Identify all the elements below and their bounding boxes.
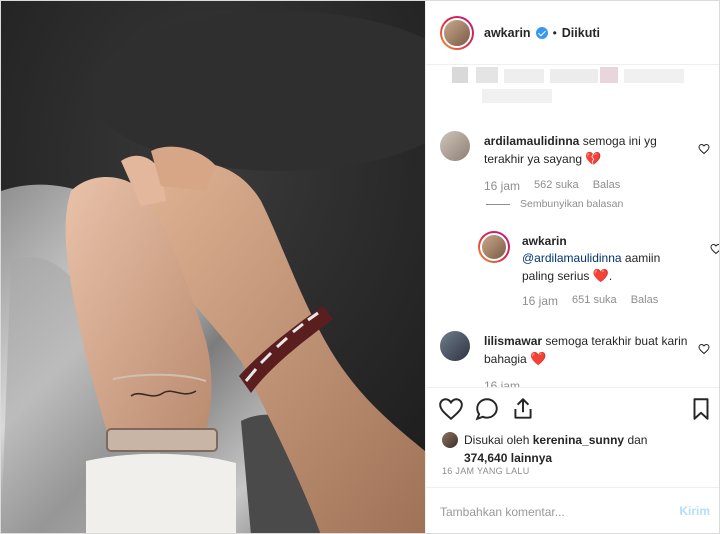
reply-meta: 16 jam 651 suka Balas <box>522 294 658 308</box>
liker-avatar[interactable] <box>442 432 458 448</box>
post-timestamp[interactable]: 16 JAM YANG LALU <box>442 466 530 476</box>
red-heart-emoji: ❤️ <box>592 268 609 283</box>
likes-prefix: Disukai oleh <box>464 433 530 447</box>
red-heart-emoji: ❤️ <box>530 351 547 366</box>
comment-likes[interactable]: 562 suka <box>534 179 579 193</box>
reply-like-icon[interactable] <box>710 243 720 255</box>
author-avatar-image <box>442 17 472 48</box>
hide-replies-button[interactable]: Sembunyikan balasan <box>486 198 623 210</box>
author-avatar[interactable] <box>440 15 474 50</box>
reply-time: 16 jam <box>522 294 559 308</box>
reply-username[interactable]: awkarin <box>522 234 567 248</box>
holding-hands-photo <box>1 1 425 533</box>
comment-meta: 16 jam 562 suka Balas <box>484 179 620 193</box>
comment-username[interactable]: lilismawar <box>484 334 542 348</box>
post-header: awkarin • Diikuti <box>426 1 719 65</box>
share-upload-icon[interactable] <box>510 396 536 422</box>
comment-time: 16 jam <box>484 179 521 193</box>
broken-heart-emoji: 💔 <box>585 151 602 166</box>
verified-badge-icon <box>535 26 548 39</box>
comment-text: ardilamaulidinna semoga ini yg terakhir … <box>484 133 694 168</box>
comment-bubble-icon[interactable] <box>474 396 500 422</box>
comment-input[interactable] <box>440 503 660 521</box>
separator-dot: • <box>552 25 557 40</box>
comments-list[interactable]: ardilamaulidinna semoga ini yg terakhir … <box>426 65 719 387</box>
likes-count[interactable]: 374,640 <box>464 451 507 465</box>
comment-item: lilismawar semoga terakhir buat karin ba… <box>440 331 710 387</box>
likes-text: Disukai oleh kerenina_sunny dan 374,640 … <box>464 431 647 467</box>
comment-like-icon[interactable] <box>698 143 710 155</box>
instagram-post-window: awkarin • Diikuti ardilamaulidinna semog… <box>0 0 720 534</box>
reply-likes[interactable]: 651 suka <box>572 294 617 308</box>
likes-conj: dan <box>627 433 648 447</box>
reply-trailing: . <box>608 269 613 283</box>
reply-reply-button[interactable]: Balas <box>631 294 659 308</box>
comment-username[interactable]: ardilamaulidinna <box>484 134 579 148</box>
post-photo[interactable] <box>1 1 425 533</box>
reply-mention[interactable]: @ardilamaulidinna <box>522 251 622 265</box>
reply-button[interactable]: Balas <box>593 179 621 193</box>
reply-text: awkarin @ardilamaulidinna aamiin paling … <box>522 233 682 285</box>
author-username[interactable]: awkarin <box>484 26 531 40</box>
liker-username[interactable]: kerenina_sunny <box>533 433 624 447</box>
comment-like-icon[interactable] <box>698 343 710 355</box>
follow-status-button[interactable]: Diikuti <box>562 26 600 40</box>
likes-suffix[interactable]: lainnya <box>511 451 552 465</box>
commenter-avatar[interactable] <box>440 131 470 161</box>
post-details-panel: awkarin • Diikuti ardilamaulidinna semog… <box>425 1 719 533</box>
reply-item: awkarin @ardilamaulidinna aamiin paling … <box>478 231 719 321</box>
commenter-avatar[interactable] <box>440 331 470 361</box>
heart-outline-icon[interactable] <box>438 396 464 422</box>
post-actions: Disukai oleh kerenina_sunny dan 374,640 … <box>426 387 719 497</box>
reply-avatar-image <box>480 233 508 261</box>
add-comment-bar: Kirim <box>426 487 719 533</box>
comment-text: lilismawar semoga terakhir buat karin ba… <box>484 333 694 368</box>
post-comment-button[interactable]: Kirim <box>679 504 710 518</box>
hide-replies-label: Sembunyikan balasan <box>520 198 624 210</box>
reply-avatar[interactable] <box>478 231 510 263</box>
comment-meta: 16 jam <box>484 379 520 387</box>
comment-time: 16 jam <box>484 379 521 387</box>
likes-summary: Disukai oleh kerenina_sunny dan 374,640 … <box>442 431 647 467</box>
blurred-caption <box>442 65 702 121</box>
bookmark-icon[interactable] <box>688 396 714 422</box>
